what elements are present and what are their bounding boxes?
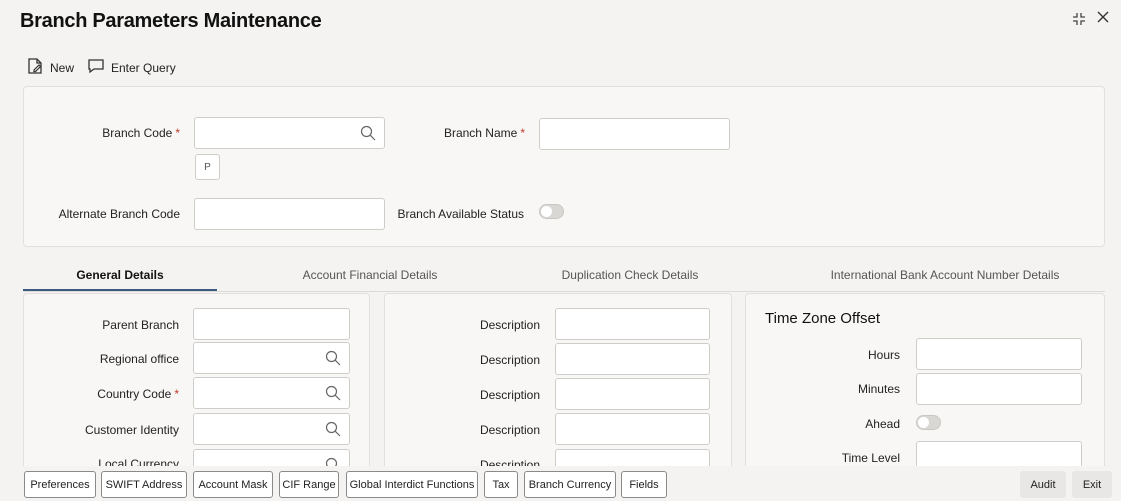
description-field	[555, 413, 710, 445]
ahead-label: Ahead	[865, 417, 900, 431]
branch-code-input[interactable]	[194, 117, 385, 149]
branch-currency-button[interactable]: Branch Currency	[524, 471, 616, 498]
exit-button[interactable]: Exit	[1072, 471, 1112, 498]
tab-divider	[23, 291, 1105, 292]
regional-office-input[interactable]	[193, 342, 350, 374]
new-button-label: New	[50, 60, 75, 75]
branch-code-label: Branch Code *	[102, 126, 180, 140]
hours-label: Hours	[867, 348, 900, 362]
branch-available-status-label: Branch Available Status	[397, 207, 524, 221]
p-button[interactable]: P	[195, 154, 220, 180]
description-field	[555, 378, 710, 410]
parent-branch-label: Parent Branch	[102, 318, 179, 332]
new-document-icon	[26, 57, 44, 78]
search-icon[interactable]	[360, 125, 376, 141]
page-title: Branch Parameters Maintenance	[20, 10, 322, 32]
minutes-input[interactable]	[916, 373, 1082, 405]
time-zone-offset-title: Time Zone Offset	[765, 310, 881, 327]
tax-button[interactable]: Tax	[484, 471, 518, 498]
enter-query-button[interactable]: Enter Query	[87, 57, 176, 78]
description-label: Description	[479, 388, 540, 402]
branch-name-input[interactable]	[539, 118, 730, 150]
hours-input[interactable]	[916, 338, 1082, 370]
search-icon[interactable]	[325, 350, 341, 366]
query-icon	[87, 57, 105, 78]
description-label: Description	[479, 423, 540, 437]
description-field	[555, 308, 710, 340]
new-button[interactable]: New	[26, 57, 74, 78]
minutes-label: Minutes	[857, 382, 900, 396]
branch-name-label: Branch Name *	[443, 126, 525, 140]
tab-duplication-check-details[interactable]: Duplication Check Details	[540, 268, 720, 282]
ahead-toggle[interactable]	[916, 415, 941, 430]
audit-button[interactable]: Audit	[1020, 471, 1066, 498]
alternate-branch-code-label: Alternate Branch Code	[58, 207, 180, 221]
global-interdict-functions-button[interactable]: Global Interdict Functions	[346, 471, 478, 498]
country-code-label: Country Code *	[97, 387, 179, 401]
close-icon[interactable]	[1096, 10, 1110, 27]
header-form-card	[23, 86, 1105, 247]
customer-identity-input[interactable]	[193, 413, 350, 445]
description-label: Description	[479, 318, 540, 332]
customer-identity-label: Customer Identity	[84, 423, 179, 437]
account-mask-button[interactable]: Account Mask	[193, 471, 273, 498]
maximize-icon[interactable]	[1072, 12, 1086, 29]
tab-general-details[interactable]: General Details	[23, 268, 217, 282]
enter-query-label: Enter Query	[111, 60, 176, 75]
description-label: Description	[479, 353, 540, 367]
branch-available-status-toggle[interactable]	[539, 204, 564, 219]
time-level-label: Time Level	[841, 451, 900, 465]
swift-address-button[interactable]: SWIFT Address	[101, 471, 187, 498]
tab-iban-details[interactable]: International Bank Account Number Detail…	[800, 268, 1090, 282]
search-icon[interactable]	[325, 421, 341, 437]
fields-button[interactable]: Fields	[621, 471, 667, 498]
country-code-input[interactable]	[193, 377, 350, 409]
tab-account-financial-details[interactable]: Account Financial Details	[270, 268, 470, 282]
preferences-button[interactable]: Preferences	[24, 471, 96, 498]
parent-branch-input[interactable]	[193, 308, 350, 340]
alternate-branch-code-input[interactable]	[194, 198, 385, 230]
cif-range-button[interactable]: CIF Range	[279, 471, 339, 498]
description-field	[555, 343, 710, 375]
search-icon[interactable]	[325, 385, 341, 401]
regional-office-label: Regional office	[99, 352, 179, 366]
